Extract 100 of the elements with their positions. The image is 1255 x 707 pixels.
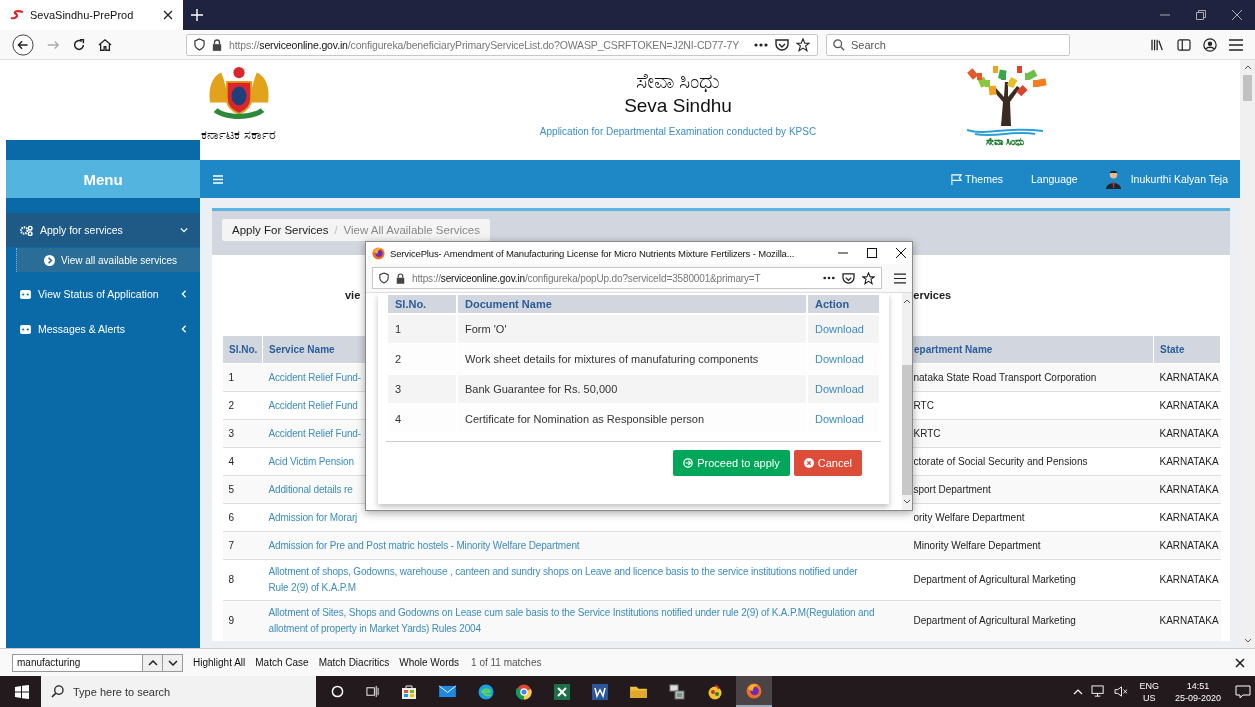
proceed-button[interactable]: Proceed to apply: [673, 450, 790, 476]
table-cell: KARNATAKA: [1153, 475, 1221, 504]
mail-icon[interactable]: [439, 685, 456, 698]
address-bar[interactable]: https://serviceonline.gov.in/configureka/beneficiaryPrimaryServiceList.do?OWASP_CSRFTOKEN=J2NI-CD77-7Y: [186, 33, 818, 56]
find-field[interactable]: manufacturing: [12, 653, 143, 672]
start-icon[interactable]: [15, 684, 29, 699]
document-icon[interactable]: [592, 683, 608, 700]
spreadsheet-icon[interactable]: [554, 683, 570, 700]
next-match-button[interactable]: [162, 653, 183, 672]
search-field[interactable]: Search: [826, 33, 1070, 56]
more-icon[interactable]: [754, 42, 768, 47]
themes-link[interactable]: Themes: [951, 173, 1003, 185]
close-icon[interactable]: [1232, 10, 1242, 20]
menu-icon[interactable]: [894, 272, 906, 284]
close-icon[interactable]: [896, 248, 906, 258]
find-option[interactable]: Whole Words: [399, 657, 460, 668]
speaker-muted-icon[interactable]: [1114, 685, 1130, 698]
scrollbar[interactable]: [902, 293, 912, 510]
star-icon[interactable]: [796, 37, 810, 52]
column-header: State: [1153, 335, 1221, 364]
keyboard-region[interactable]: US: [1142, 691, 1156, 704]
folder-icon[interactable]: [630, 685, 647, 698]
round-browser-icon[interactable]: [516, 683, 532, 700]
account-icon[interactable]: [1203, 37, 1217, 52]
browser-icon[interactable]: [478, 683, 494, 700]
fox-browser-icon: [746, 682, 762, 699]
table-cell: 3: [387, 374, 457, 404]
find-option[interactable]: Highlight All: [193, 657, 246, 668]
scroll-up-icon[interactable]: [1243, 65, 1252, 70]
chevron-up-icon: [147, 659, 158, 666]
site-subtitle: Application for Departmental Examination conducted by KPSC: [539, 126, 817, 137]
notification-icon[interactable]: [1235, 684, 1251, 699]
lock-icon[interactable]: [212, 38, 222, 51]
menu-icon[interactable]: [1229, 38, 1243, 51]
close-icon[interactable]: [1235, 657, 1245, 668]
close-circle-icon: [803, 458, 814, 468]
address-bar[interactable]: https://serviceonline.gov.in/configureka/popUp.do?serviceId=3580001&primary=T: [372, 267, 882, 289]
table-cell: KARNATAKA: [1153, 600, 1221, 641]
scroll-up-icon[interactable]: [903, 299, 911, 304]
pocket-icon[interactable]: [775, 38, 789, 51]
taskbar-app-button[interactable]: [736, 676, 772, 707]
scroll-down-icon[interactable]: [1243, 638, 1252, 643]
popup-title: ServicePlus- Amendment of Manufacturing License for Micro Nutrients Mixture Fertilizers - Mozilla...: [390, 247, 796, 259]
task-view-icon[interactable]: [366, 685, 379, 698]
message-icon: [20, 289, 31, 299]
table-cell: 3: [222, 419, 263, 448]
taskbar-search-field[interactable]: Type here to search: [41, 676, 316, 707]
chevron-up-icon[interactable]: [1073, 688, 1084, 695]
scroll-down-icon[interactable]: [903, 499, 911, 504]
find-option[interactable]: Match Diacritics: [318, 657, 390, 668]
service-link[interactable]: Allotment of shops, Godowns, warehouse , canteen and sundry shops on Leave and licence basis to the service institutions notified under Rule 2(9) of K.A.P.M: [268, 564, 878, 596]
more-icon[interactable]: [823, 276, 835, 280]
user-name-link[interactable]: Inukurthi Kalyan Teja: [1130, 173, 1228, 185]
browser-tab[interactable]: SevaSindhu-PreProd: [0, 0, 183, 30]
sidebar-item[interactable]: Messages & Alerts: [6, 312, 200, 346]
table-cell: Bank Guarantee for Rs. 50,000: [457, 374, 807, 404]
computer-icon[interactable]: [669, 683, 685, 700]
arrow-circle-icon: [683, 458, 694, 468]
library-icon[interactable]: [1151, 38, 1165, 51]
section-heading: vie: [345, 289, 361, 301]
search-icon: [51, 685, 64, 698]
sidebar-item[interactable]: View Status of Application: [6, 277, 200, 311]
star-icon[interactable]: [862, 271, 875, 285]
maximize-icon[interactable]: [867, 248, 877, 258]
language-link[interactable]: Language: [1031, 173, 1078, 185]
home-icon[interactable]: [98, 37, 112, 52]
clock-time[interactable]: 14:51: [1186, 679, 1210, 692]
shield-icon[interactable]: [194, 38, 205, 51]
sidebar-icon[interactable]: [1177, 38, 1191, 51]
clock-date[interactable]: 25-09-2020: [1174, 691, 1221, 704]
restore-icon[interactable]: [1196, 10, 1206, 20]
scrollbar-thumb[interactable]: [902, 365, 912, 495]
column-header: Sl.No.: [222, 335, 263, 364]
find-option[interactable]: Match Case: [255, 657, 309, 668]
logo-text: ಸೇವಾ ಸಿಂಧು: [985, 136, 1025, 148]
network-icon[interactable]: [1091, 685, 1107, 698]
sidebar-item[interactable]: Apply for services: [6, 213, 200, 247]
paint-icon[interactable]: [707, 683, 723, 700]
scrollbar[interactable]: [1240, 60, 1255, 648]
cancel-button[interactable]: Cancel: [793, 450, 862, 476]
keyboard-language[interactable]: ENG: [1139, 679, 1159, 692]
circle-icon[interactable]: [331, 685, 344, 698]
reload-icon[interactable]: [72, 37, 86, 52]
table-cell: Minority Welfare Department: [883, 531, 1154, 560]
service-link[interactable]: Admission for Morarj: [268, 509, 878, 526]
shopping-bag-icon[interactable]: [401, 683, 417, 700]
sidebar-subitem[interactable]: View all available services: [16, 248, 200, 272]
breadcrumb-link[interactable]: Apply For Services: [232, 224, 329, 236]
lock-icon[interactable]: [396, 272, 405, 284]
url-text: https://serviceonline.gov.in/configureka/popUp.do?serviceId=3580001&primary=T: [412, 272, 762, 284]
new-tab-icon[interactable]: [191, 9, 203, 21]
shield-icon[interactable]: [379, 272, 389, 284]
table-cell: 1: [222, 363, 263, 392]
pocket-icon[interactable]: [842, 272, 855, 284]
breadcrumb-link[interactable]: View All Available Services: [343, 224, 480, 236]
user-avatar-icon: [1105, 169, 1121, 189]
scrollbar-thumb[interactable]: [1243, 75, 1252, 101]
close-icon[interactable]: [163, 10, 173, 20]
table-cell: Form 'O': [457, 314, 807, 344]
back-icon[interactable]: [12, 33, 34, 56]
